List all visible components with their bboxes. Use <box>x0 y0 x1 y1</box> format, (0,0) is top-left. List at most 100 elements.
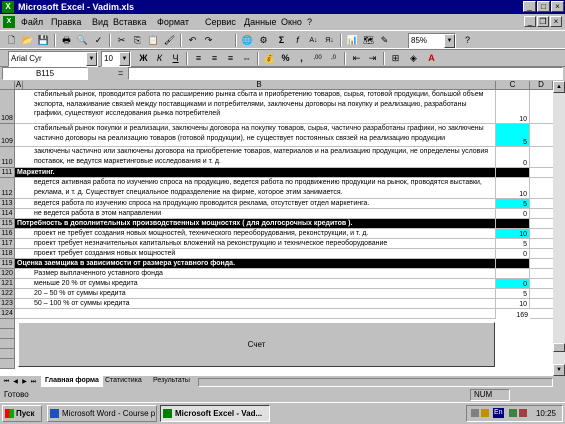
empty-cell[interactable] <box>530 124 553 147</box>
open-icon[interactable]: 📂 <box>20 33 35 48</box>
language-indicator[interactable]: En <box>493 408 504 418</box>
score-cell[interactable] <box>496 168 530 178</box>
criteria-cell[interactable]: 20 – 50 % от суммы кредита <box>15 289 496 299</box>
menu-data[interactable]: Данные <box>244 16 277 28</box>
menu-format[interactable]: Формат <box>157 16 189 28</box>
row-header[interactable]: 120 <box>0 269 15 279</box>
score-cell[interactable]: 10 <box>496 178 530 199</box>
cut-icon[interactable]: ✂ <box>114 33 129 48</box>
empty-cell[interactable] <box>530 147 553 168</box>
map-icon[interactable]: 🗺 <box>361 33 376 48</box>
decrease-decimal-icon[interactable]: ,0 <box>326 51 341 66</box>
scroll-down-icon[interactable]: ▼ <box>553 364 565 376</box>
function-icon[interactable]: f <box>290 33 305 48</box>
network-icon[interactable] <box>471 409 479 417</box>
select-all-corner[interactable] <box>0 81 15 90</box>
chevron-down-icon[interactable]: ▼ <box>119 52 130 66</box>
tray-app-icon[interactable] <box>509 409 517 417</box>
criteria-cell[interactable]: ведется активная работа по изучению спро… <box>15 178 496 199</box>
chevron-down-icon[interactable]: ▼ <box>444 34 455 48</box>
row-header[interactable]: 112 <box>0 178 15 199</box>
section-heading-cell[interactable]: Оценка заемщика в зависимости от размера… <box>15 259 496 269</box>
sort-descending-icon[interactable]: Я↓ <box>322 33 337 48</box>
minimize-button[interactable]: _ <box>523 1 536 12</box>
empty-cell[interactable] <box>530 239 553 249</box>
print-icon[interactable]: 🖶 <box>59 33 74 48</box>
web-toolbar-icon[interactable]: ⚙ <box>256 33 271 48</box>
empty-cell[interactable] <box>530 90 553 124</box>
decrease-indent-icon[interactable]: ⇤ <box>349 51 364 66</box>
close-button[interactable]: × <box>551 1 564 12</box>
start-button[interactable]: Пуск <box>2 405 42 422</box>
empty-cell[interactable] <box>530 279 553 289</box>
calculate-button[interactable]: Счет <box>18 322 495 367</box>
score-cell[interactable]: 0 <box>496 249 530 259</box>
row-header[interactable]: 113 <box>0 199 15 209</box>
align-left-icon[interactable]: ≡ <box>191 51 206 66</box>
comma-style-icon[interactable]: , <box>294 51 309 66</box>
drawing-icon[interactable]: ✎ <box>377 33 392 48</box>
menu-tools[interactable]: Сервис <box>205 16 236 28</box>
criteria-cell[interactable]: заключены частично или заключены договор… <box>15 147 496 168</box>
empty-cell[interactable] <box>530 168 553 178</box>
row-header[interactable]: 126 <box>0 329 15 339</box>
office-assistant-icon[interactable]: ? <box>460 33 475 48</box>
score-cell[interactable]: 5 <box>496 124 530 147</box>
menu-insert[interactable]: Вставка <box>113 16 146 28</box>
row-header[interactable]: 115 <box>0 219 15 229</box>
empty-cell[interactable] <box>530 249 553 259</box>
empty-cell[interactable] <box>530 229 553 239</box>
prev-sheet-icon[interactable]: ◀ <box>11 377 20 387</box>
score-cell[interactable]: 5 <box>496 239 530 249</box>
empty-cell[interactable] <box>530 289 553 299</box>
empty-cell[interactable] <box>530 219 553 229</box>
score-cell[interactable]: 0 <box>496 209 530 219</box>
menu-help[interactable]: ? <box>307 16 312 28</box>
hyperlink-icon[interactable]: 🌐 <box>240 33 255 48</box>
vertical-scrollbar[interactable]: ▲ ▼ <box>553 81 565 376</box>
sort-ascending-icon[interactable]: A↓ <box>306 33 321 48</box>
formula-input[interactable] <box>128 67 563 80</box>
score-cell[interactable]: 5 <box>496 199 530 209</box>
spelling-icon[interactable]: ✓ <box>91 33 106 48</box>
score-cell[interactable]: 169 <box>496 309 530 319</box>
bold-icon[interactable]: Ж <box>136 51 151 66</box>
criteria-cell[interactable]: проект требует создания новых мощностей <box>15 249 496 259</box>
row-header[interactable]: 123 <box>0 299 15 309</box>
menu-file[interactable]: Файл <box>21 16 43 28</box>
workbook-icon[interactable]: X <box>3 16 15 28</box>
autosum-icon[interactable]: Σ <box>274 33 289 48</box>
column-header-d[interactable]: D <box>530 81 553 90</box>
merge-center-icon[interactable]: ⇔ <box>239 51 254 66</box>
score-cell[interactable] <box>496 219 530 229</box>
save-icon[interactable]: 💾 <box>36 33 51 48</box>
column-header-a[interactable]: A <box>15 81 23 90</box>
doc-minimize-button[interactable]: _ <box>524 16 536 27</box>
row-header[interactable]: 118 <box>0 249 15 259</box>
score-cell[interactable]: 10 <box>496 90 530 124</box>
zoom-select[interactable]: 85% ▼ <box>408 33 456 49</box>
row-header[interactable]: 111 <box>0 168 15 178</box>
font-size-select[interactable]: 10 ▼ <box>101 51 131 67</box>
row-header[interactable]: 110 <box>0 147 15 168</box>
score-cell[interactable]: 0 <box>496 147 530 168</box>
maximize-button[interactable]: □ <box>537 1 550 12</box>
criteria-cell[interactable]: проект не требует создания новых мощност… <box>15 229 496 239</box>
row-header[interactable]: 117 <box>0 239 15 249</box>
empty-cell[interactable] <box>530 209 553 219</box>
excel-icon[interactable]: X <box>2 1 14 13</box>
task-word[interactable]: Microsoft Word - Course p... <box>47 405 157 422</box>
italic-icon[interactable]: К <box>152 51 167 66</box>
undo-icon[interactable]: ↶ <box>185 33 200 48</box>
row-header[interactable]: 119 <box>0 259 15 269</box>
criteria-cell[interactable]: меньше 20 % от суммы кредита <box>15 279 496 289</box>
criteria-cell[interactable]: стабильный рынок покупки и реализации, з… <box>15 124 496 147</box>
underline-icon[interactable]: Ч <box>168 51 183 66</box>
borders-icon[interactable]: ⊞ <box>388 51 403 66</box>
first-sheet-icon[interactable]: ⏮ <box>2 377 11 387</box>
increase-decimal-icon[interactable]: ,00 <box>310 51 325 66</box>
score-cell[interactable] <box>496 269 530 279</box>
row-header[interactable]: 121 <box>0 279 15 289</box>
redo-icon[interactable]: ↷ <box>201 33 216 48</box>
tray-app-icon[interactable] <box>519 409 527 417</box>
